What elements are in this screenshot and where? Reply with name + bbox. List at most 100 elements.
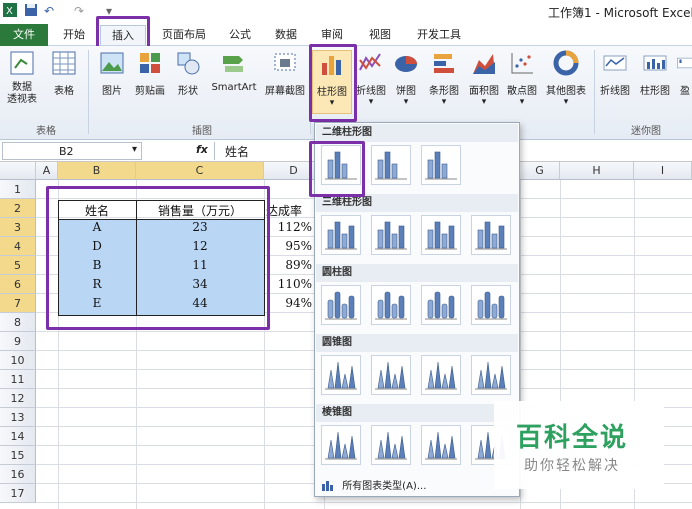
- row-header[interactable]: 2: [0, 199, 36, 218]
- ribbon-separator: [88, 50, 89, 134]
- function-icon[interactable]: fx: [196, 143, 212, 156]
- column-header-i[interactable]: I: [634, 162, 692, 180]
- chart-option-column-2[interactable]: [371, 145, 411, 185]
- chart-option-col3d-2[interactable]: [371, 215, 411, 255]
- column-header-c[interactable]: C: [136, 162, 264, 180]
- cylinder-chart-icon: [375, 291, 407, 320]
- tab-developer[interactable]: 开发工具: [408, 25, 470, 45]
- dropdown-arrow-icon: ▾: [481, 97, 487, 107]
- row-header[interactable]: 3: [0, 218, 36, 237]
- pyramid-chart-icon: [425, 431, 457, 460]
- name-box[interactable]: B2 ▾: [2, 142, 142, 160]
- formula-input[interactable]: 姓名: [214, 142, 314, 160]
- chart-option-cone-3[interactable]: [421, 355, 461, 395]
- tab-home[interactable]: 开始: [54, 25, 94, 45]
- line-chart-icon: [359, 53, 381, 71]
- chart-option-column-3[interactable]: [421, 145, 461, 185]
- chart-option-cylinder-2[interactable]: [371, 285, 411, 325]
- row-header[interactable]: 14: [0, 427, 36, 446]
- column-chart-dropdown: 二维柱形图 三维柱形图 圆柱图 圆锥图 棱锥图 所有图表类型(A)...: [309, 122, 520, 497]
- area-chart-button[interactable]: 面积图 ▾: [466, 50, 502, 107]
- save-icon[interactable]: [24, 3, 38, 19]
- table-icon: [52, 51, 76, 75]
- scatter-chart-button[interactable]: 散点图 ▾: [504, 50, 540, 107]
- sparkline-winloss-icon: [677, 57, 692, 69]
- chart-option-pyramid-2[interactable]: [371, 425, 411, 465]
- row-header[interactable]: 4: [0, 237, 36, 256]
- chart-option-pyramid-1[interactable]: [321, 425, 361, 465]
- row-header[interactable]: 12: [0, 389, 36, 408]
- select-all-corner[interactable]: [0, 162, 36, 180]
- chart-option-cone-2[interactable]: [371, 355, 411, 395]
- cone-chart-icon: [475, 361, 507, 390]
- tab-review[interactable]: 审阅: [312, 25, 352, 45]
- pyramid-chart-icon: [325, 431, 357, 460]
- row-header[interactable]: 7: [0, 294, 36, 313]
- bar-chart-button[interactable]: 条形图 ▾: [424, 50, 464, 107]
- cell-rate[interactable]: 110%: [268, 276, 312, 295]
- tab-view[interactable]: 视图: [360, 25, 400, 45]
- row-header[interactable]: 1: [0, 180, 36, 199]
- other-charts-button[interactable]: 其他图表 ▾: [542, 50, 590, 107]
- row-header[interactable]: 15: [0, 446, 36, 465]
- chart-option-col3d-4[interactable]: [471, 215, 511, 255]
- tab-file[interactable]: 文件: [0, 24, 48, 46]
- column-header-b[interactable]: B: [58, 162, 136, 180]
- cell-rate[interactable]: 89%: [268, 257, 312, 276]
- undo-icon[interactable]: ↶: [44, 3, 58, 19]
- clipart-button[interactable]: 剪贴画: [132, 50, 168, 97]
- chart-option-cone-4[interactable]: [471, 355, 511, 395]
- chart-option-cylinder-3[interactable]: [421, 285, 461, 325]
- column-header-a[interactable]: A: [36, 162, 58, 180]
- row-header[interactable]: 16: [0, 465, 36, 484]
- dropdown-arrow-icon: ▾: [368, 97, 374, 107]
- row-header[interactable]: 11: [0, 370, 36, 389]
- chart-option-pyramid-3[interactable]: [421, 425, 461, 465]
- shapes-button[interactable]: 形状: [170, 50, 206, 97]
- chart-option-cylinder-1[interactable]: [321, 285, 361, 325]
- cone-chart-icon: [325, 361, 357, 390]
- row-header[interactable]: 6: [0, 275, 36, 294]
- sparkline-line-button[interactable]: 折线图: [596, 50, 634, 97]
- pie-chart-icon: [395, 56, 417, 72]
- chevron-down-icon[interactable]: ▾: [132, 144, 137, 155]
- tab-formulas[interactable]: 公式: [220, 25, 260, 45]
- chart-option-cone-1[interactable]: [321, 355, 361, 395]
- column-header-h[interactable]: H: [560, 162, 634, 180]
- table-button[interactable]: 表格: [46, 50, 82, 97]
- column-chart-icon: [375, 151, 407, 180]
- row-header[interactable]: 9: [0, 332, 36, 351]
- sparkline-column-button[interactable]: 柱形图: [636, 50, 674, 97]
- row-header[interactable]: 17: [0, 484, 36, 503]
- picture-button[interactable]: 图片: [94, 50, 130, 97]
- redo-icon[interactable]: ↷: [74, 3, 88, 19]
- screenshot-icon: [274, 53, 296, 71]
- cell-rate[interactable]: 95%: [268, 238, 312, 257]
- screenshot-button[interactable]: 屏幕截图: [262, 50, 308, 97]
- watermark: 百科全说 助你轻松解决: [494, 401, 664, 489]
- cell-rate[interactable]: 94%: [268, 295, 312, 314]
- clipart-icon: [140, 53, 160, 73]
- tab-data[interactable]: 数据: [266, 25, 306, 45]
- chart-option-col3d-1[interactable]: [321, 215, 361, 255]
- dropdown-arrow-icon: ▾: [441, 97, 447, 107]
- pivot-table-button[interactable]: 数据 透视表: [2, 50, 42, 106]
- col3d-chart-icon: [475, 221, 507, 250]
- cell-rate[interactable]: 112%: [268, 219, 312, 238]
- sparkline-winloss-button[interactable]: 盈: [676, 50, 692, 97]
- tab-page-layout[interactable]: 页面布局: [154, 25, 214, 45]
- cone-chart-icon: [425, 361, 457, 390]
- line-chart-button[interactable]: 折线图 ▾: [354, 50, 388, 107]
- pie-chart-button[interactable]: 饼图 ▾: [390, 50, 422, 107]
- row-header[interactable]: 10: [0, 351, 36, 370]
- column-header-g[interactable]: G: [520, 162, 560, 180]
- section-2d-column: 二维柱形图: [316, 124, 518, 142]
- all-chart-types-link[interactable]: 所有图表类型(A)...: [321, 477, 511, 493]
- row-header[interactable]: 5: [0, 256, 36, 275]
- row-header[interactable]: 8: [0, 313, 36, 332]
- row-header[interactable]: 13: [0, 408, 36, 427]
- smartart-button[interactable]: SmartArt: [208, 50, 260, 93]
- chart-option-col3d-3[interactable]: [421, 215, 461, 255]
- chart-option-cylinder-4[interactable]: [471, 285, 511, 325]
- highlight-column-chart-button: [309, 44, 357, 122]
